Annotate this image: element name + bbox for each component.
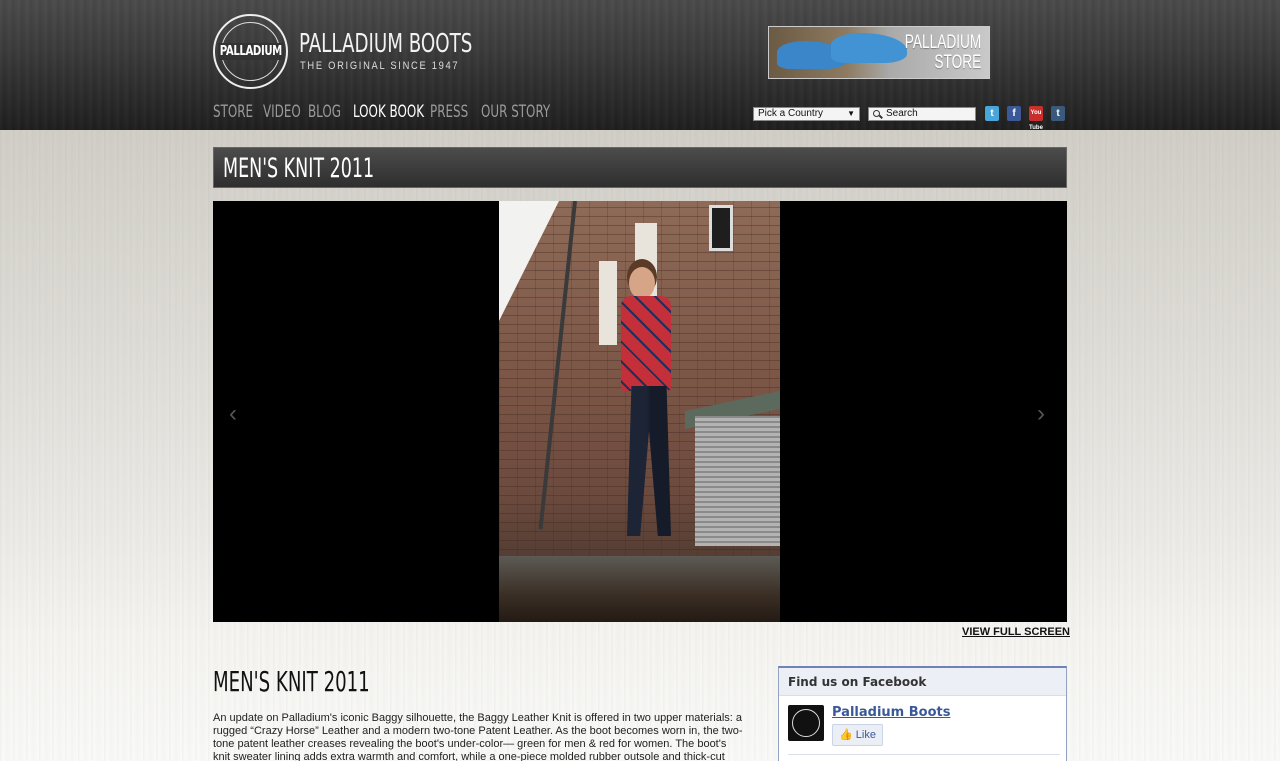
facebook-widget: Find us on Facebook Palladium Boots 👍 Li… bbox=[778, 666, 1067, 761]
facebook-icon[interactable]: f bbox=[1007, 106, 1021, 121]
facebook-like-button[interactable]: 👍 Like bbox=[832, 724, 883, 746]
search-icon bbox=[873, 110, 880, 117]
model-plaid-shirt bbox=[621, 296, 671, 391]
nav-video[interactable]: VIDEO bbox=[263, 102, 301, 124]
content-title: MEN'S KNIT 2011 bbox=[213, 665, 370, 698]
nav-look-book[interactable]: LOOK BOOK bbox=[353, 102, 424, 124]
model-head bbox=[629, 267, 655, 299]
nav-blog[interactable]: BLOG bbox=[308, 102, 343, 124]
site-header: PALLADIUM PALLADIUM BOOTS THE ORIGINAL S… bbox=[0, 0, 1280, 131]
logo-seal-word: PALLADIUM bbox=[217, 43, 284, 60]
country-select-value: Pick a Country bbox=[758, 108, 824, 119]
twitter-icon[interactable]: t bbox=[985, 106, 999, 121]
gallery-title-bar: MEN'S KNIT 2011 bbox=[213, 147, 1067, 188]
divider bbox=[788, 754, 1060, 755]
store-banner-line2: STORE bbox=[934, 52, 981, 73]
nav-store[interactable]: STORE bbox=[213, 102, 253, 124]
facebook-widget-header: Find us on Facebook bbox=[779, 668, 1066, 696]
nav-our-story[interactable]: OUR STORY bbox=[481, 102, 550, 124]
search-input[interactable]: Search bbox=[868, 107, 976, 121]
shoe-image bbox=[831, 33, 907, 63]
next-arrow-icon[interactable]: › bbox=[1037, 401, 1051, 427]
store-banner-text: PALLADIUM STORE bbox=[904, 33, 981, 73]
brand-title: PALLADIUM BOOTS bbox=[299, 29, 473, 59]
store-banner-line1: PALLADIUM bbox=[904, 32, 981, 53]
lookbook-photo bbox=[499, 201, 780, 622]
palladium-store-banner[interactable]: PALLADIUM STORE bbox=[768, 26, 990, 79]
country-select[interactable]: Pick a Country ▼ bbox=[753, 107, 860, 121]
content-body: An update on Palladium's iconic Baggy si… bbox=[213, 712, 743, 761]
window bbox=[709, 205, 733, 251]
brand-tagline: THE ORIGINAL SINCE 1947 bbox=[300, 60, 460, 72]
window bbox=[599, 261, 617, 345]
main-nav: STORE VIDEO BLOG LOOK BOOK PRESS OUR STO… bbox=[213, 102, 551, 124]
search-placeholder: Search bbox=[886, 108, 918, 119]
youtube-icon[interactable]: You Tube bbox=[1029, 106, 1043, 131]
steel-beam bbox=[499, 556, 780, 622]
previous-arrow-icon[interactable]: ‹ bbox=[229, 401, 243, 427]
facebook-page-name[interactable]: Palladium Boots bbox=[832, 705, 950, 720]
palladium-logo[interactable]: PALLADIUM bbox=[213, 14, 288, 89]
gallery-viewer: ‹ › bbox=[213, 201, 1067, 622]
facebook-like-label: Like bbox=[855, 729, 876, 741]
rolling-shutter bbox=[695, 416, 780, 546]
dropdown-arrow-icon: ▼ bbox=[847, 109, 855, 118]
nav-press[interactable]: PRESS bbox=[430, 102, 470, 124]
social-links: t f You Tube t bbox=[985, 106, 1065, 131]
facebook-page-avatar[interactable] bbox=[788, 705, 824, 741]
gallery-title: MEN'S KNIT 2011 bbox=[223, 153, 375, 184]
thumbs-up-icon: 👍 bbox=[839, 729, 853, 741]
tumblr-icon[interactable]: t bbox=[1051, 106, 1065, 121]
view-full-screen-link[interactable]: VIEW FULL SCREEN bbox=[962, 626, 1070, 638]
